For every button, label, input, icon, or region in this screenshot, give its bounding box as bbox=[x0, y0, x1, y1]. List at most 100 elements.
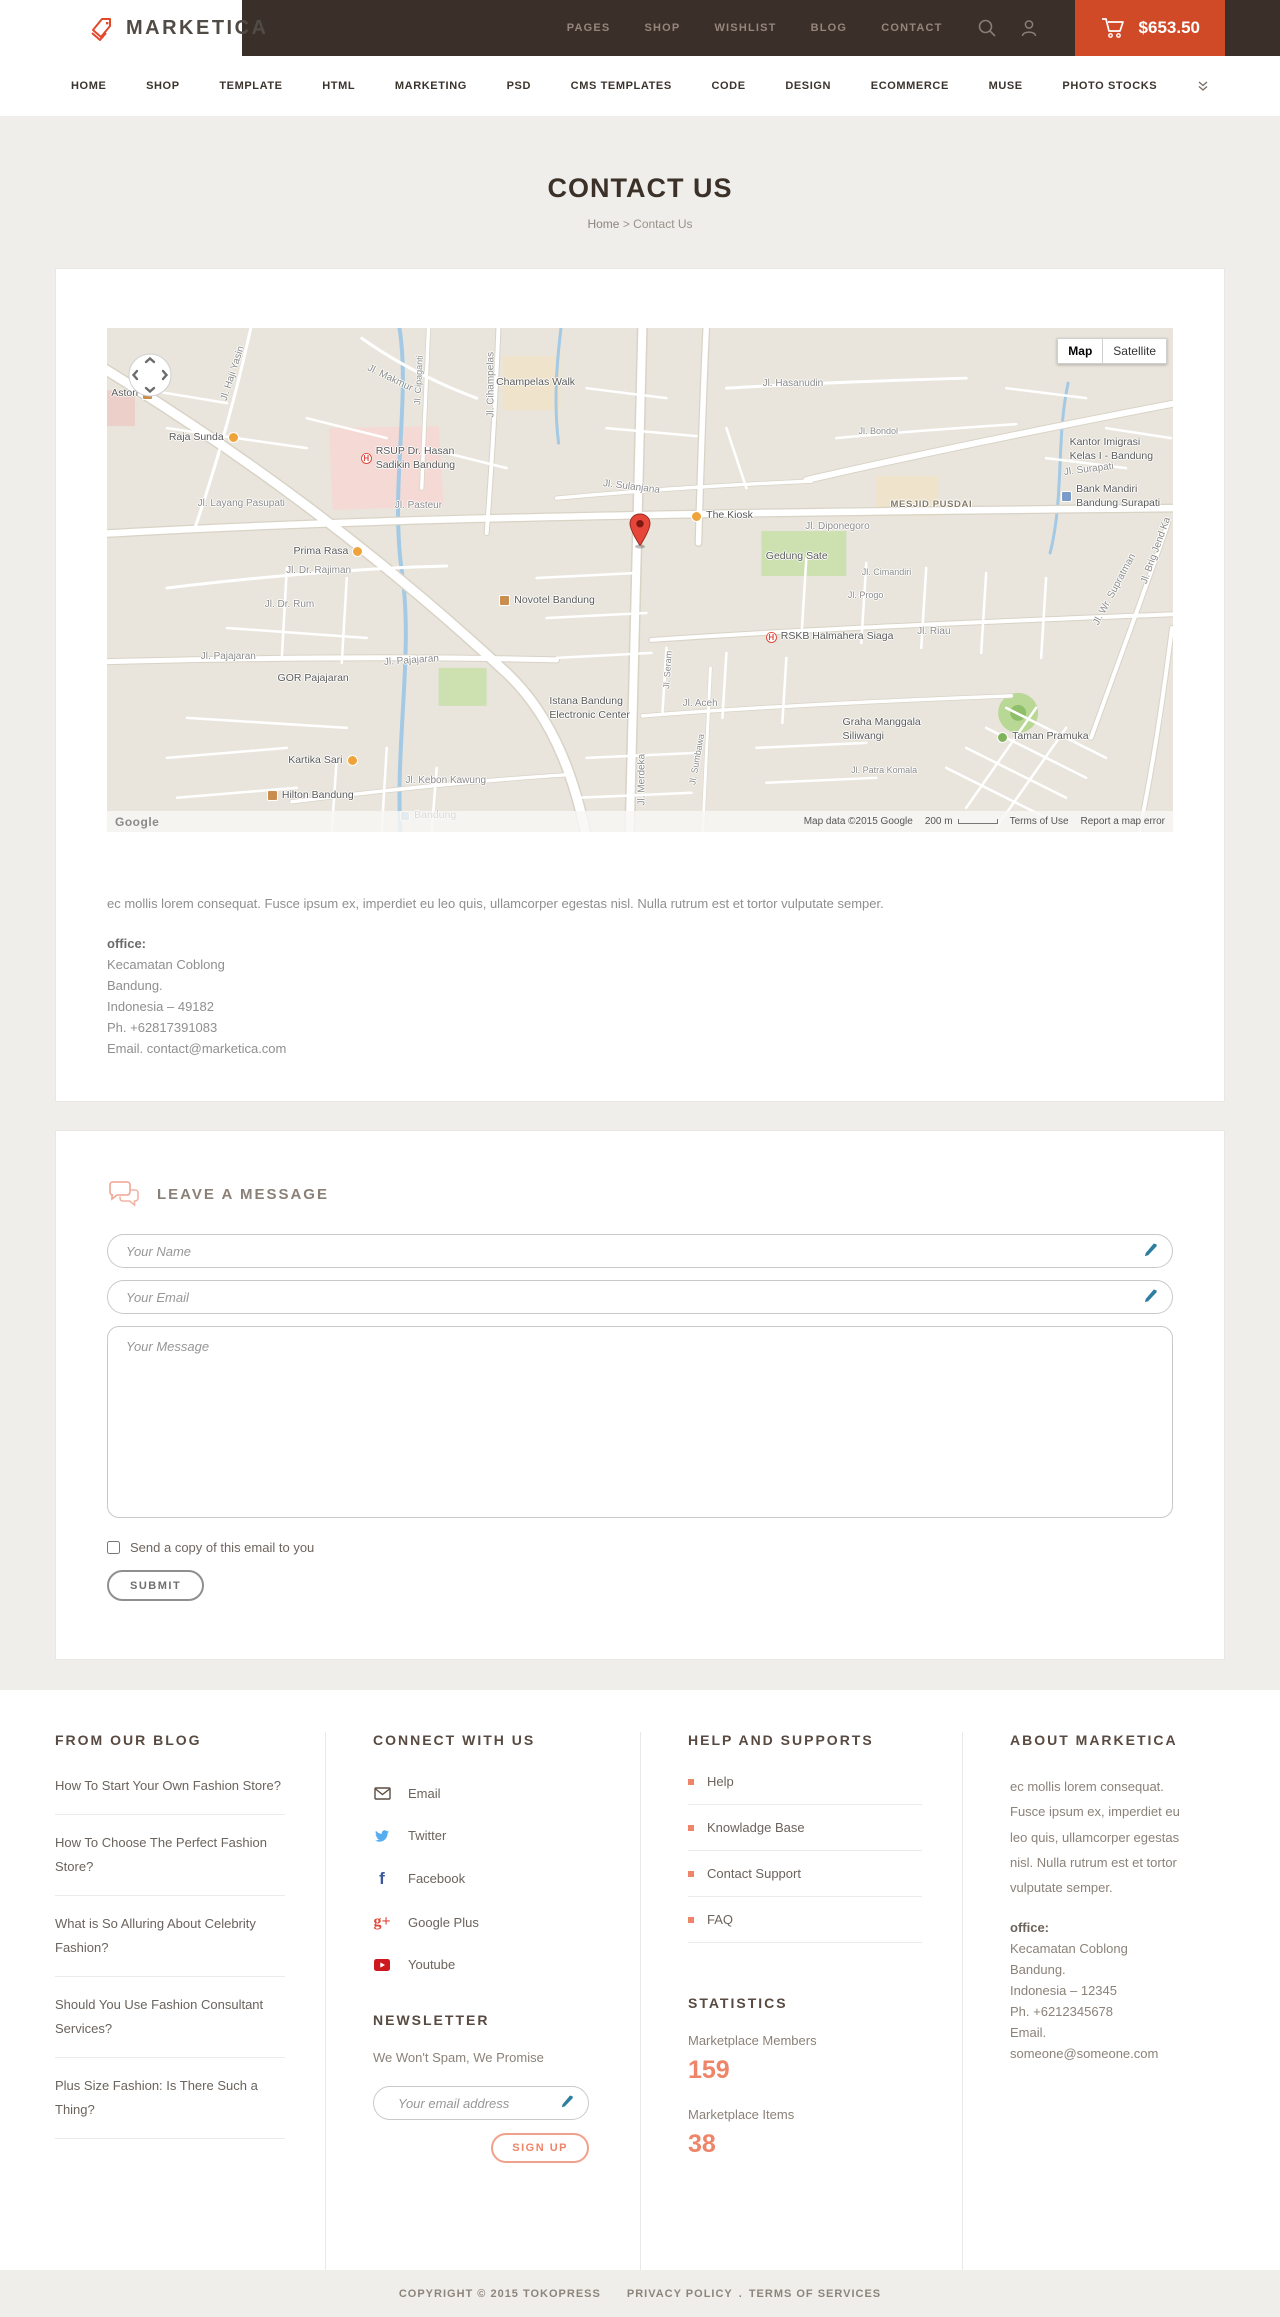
terms-of-use-link[interactable]: Terms of Use bbox=[1010, 816, 1069, 827]
stat-label: Marketplace Items bbox=[688, 2107, 795, 2122]
edit-pencil-icon bbox=[1143, 1289, 1158, 1309]
satellite-view-button[interactable]: Satellite bbox=[1102, 338, 1167, 364]
message-textarea[interactable] bbox=[107, 1326, 1173, 1518]
about-text: ec mollis lorem consequat. Fusce ipsum e… bbox=[1010, 1779, 1180, 1896]
account-icon[interactable] bbox=[1019, 18, 1039, 38]
square-bullet-icon bbox=[688, 1824, 694, 1831]
map-label: Graha Manggala Siliwangi bbox=[842, 716, 921, 742]
contact-support-link[interactable]: Contact Support bbox=[688, 1851, 922, 1897]
map-type-control: Map Satellite bbox=[1057, 338, 1167, 364]
subnav-shop[interactable]: SHOP bbox=[146, 80, 180, 92]
map-marker-pin[interactable] bbox=[629, 513, 652, 554]
map-hotel-icon bbox=[266, 790, 278, 802]
blog-post-link[interactable]: What is So Alluring About Celebrity Fash… bbox=[55, 1896, 285, 1978]
cart-icon bbox=[1100, 16, 1126, 40]
help-list: Help Knowladge Base Contact Support FAQ bbox=[688, 1774, 922, 1943]
nav-contact[interactable]: CONTACT bbox=[881, 22, 942, 34]
map-restaurant-icon bbox=[691, 510, 703, 522]
office-line: Indonesia – 12345 bbox=[1010, 1982, 1117, 1998]
subnav-psd[interactable]: PSD bbox=[507, 80, 531, 92]
nav-wishlist[interactable]: WISHLIST bbox=[714, 22, 776, 34]
facebook-link[interactable]: f Facebook bbox=[373, 1870, 600, 1887]
chevron-double-down-icon[interactable] bbox=[1197, 80, 1209, 92]
nav-shop[interactable]: SHOP bbox=[644, 22, 680, 34]
footer-about-column: ABOUT MARKETICA ec mollis lorem consequa… bbox=[962, 1732, 1225, 2270]
contact-info-card: Champelas Walk Jl. Hasanudin Jl. Haji Yasi… bbox=[55, 268, 1225, 1102]
statistics-heading: STATISTICS bbox=[688, 1995, 788, 2011]
help-link[interactable]: Help bbox=[688, 1774, 922, 1805]
map-hotel-icon bbox=[499, 595, 511, 607]
cart-button[interactable]: $653.50 bbox=[1074, 0, 1225, 56]
faq-link[interactable]: FAQ bbox=[688, 1897, 922, 1943]
signup-button[interactable]: SIGN UP bbox=[491, 2133, 589, 2163]
tag-logo-icon bbox=[86, 13, 116, 43]
social-links: Email Twitter f Facebook g+ Google Plus bbox=[373, 1786, 600, 1972]
send-copy-checkbox[interactable] bbox=[107, 1541, 120, 1554]
map-scale-bar bbox=[957, 819, 998, 824]
map-park-icon bbox=[997, 731, 1009, 743]
name-input[interactable] bbox=[107, 1234, 1173, 1268]
google-map[interactable]: Champelas Walk Jl. Hasanudin Jl. Haji Yasi… bbox=[107, 328, 1173, 832]
blog-list: How To Start Your Own Fashion Store? How… bbox=[55, 1774, 285, 2140]
breadcrumb: Home > Contact Us bbox=[0, 217, 1280, 231]
map-label: Jl. Bondol bbox=[858, 426, 899, 437]
map-label: Jl. Pajajaran bbox=[200, 650, 256, 662]
stat-value: 159 bbox=[688, 2056, 730, 2084]
map-hospital-icon: H bbox=[765, 631, 777, 643]
submit-button[interactable]: SUBMIT bbox=[107, 1570, 205, 1601]
office-label: office: bbox=[1010, 1919, 1049, 1935]
map-bank-icon bbox=[1061, 491, 1073, 503]
office-label: office: bbox=[107, 936, 146, 951]
subnav-design[interactable]: DESIGN bbox=[785, 80, 831, 92]
terms-of-services-link[interactable]: TERMS OF SERVICES bbox=[749, 2288, 881, 2300]
blog-post-link[interactable]: Plus Size Fashion: Is There Such a Thing… bbox=[55, 2058, 285, 2140]
envelope-icon bbox=[373, 1787, 391, 1800]
subnav-photo-stocks[interactable]: PHOTO STOCKS bbox=[1062, 80, 1157, 92]
report-map-error-link[interactable]: Report a map error bbox=[1081, 816, 1165, 827]
twitter-link[interactable]: Twitter bbox=[373, 1828, 600, 1843]
footer: FROM OUR BLOG How To Start Your Own Fash… bbox=[0, 1690, 1280, 2270]
office-line: Bandung. bbox=[1010, 1961, 1066, 1977]
blog-post-link[interactable]: Should You Use Fashion Consultant Servic… bbox=[55, 1977, 285, 2059]
youtube-icon bbox=[373, 1958, 391, 1971]
blog-post-link[interactable]: How To Choose The Perfect Fashion Store? bbox=[55, 1815, 285, 1897]
brand-name: MARKETICA bbox=[126, 16, 269, 39]
blog-post-link[interactable]: How To Start Your Own Fashion Store? bbox=[55, 1774, 285, 1816]
newsletter-email-input[interactable] bbox=[373, 2086, 589, 2120]
form-heading: LEAVE A MESSAGE bbox=[157, 1186, 329, 1203]
map-label: Champelas Walk bbox=[496, 375, 576, 388]
youtube-link[interactable]: Youtube bbox=[373, 1957, 600, 1972]
breadcrumb-home[interactable]: Home bbox=[587, 217, 619, 231]
subnav-html[interactable]: HTML bbox=[322, 80, 355, 92]
subnav-code[interactable]: CODE bbox=[711, 80, 745, 92]
subnav-marketing[interactable]: MARKETING bbox=[395, 80, 467, 92]
form-header: LEAVE A MESSAGE bbox=[107, 1181, 1173, 1208]
map-restaurant-icon bbox=[352, 546, 364, 558]
nav-pages[interactable]: PAGES bbox=[567, 22, 611, 34]
subnav-muse[interactable]: MUSE bbox=[989, 80, 1023, 92]
subnav-cms-templates[interactable]: CMS TEMPLATES bbox=[571, 80, 672, 92]
knowledge-base-link[interactable]: Knowladge Base bbox=[688, 1805, 922, 1851]
category-nav: HOME SHOP TEMPLATE HTML MARKETING PSD CM… bbox=[0, 56, 1280, 116]
search-icon[interactable] bbox=[977, 18, 997, 38]
map-view-button[interactable]: Map bbox=[1057, 338, 1103, 364]
copyright-text: COPYRIGHT © 2015 TOKOPRESS bbox=[398, 2287, 601, 2300]
map-label: Jl. Layang Pasupati bbox=[197, 497, 285, 509]
email-input[interactable] bbox=[107, 1280, 1173, 1314]
office-line: Kecamatan Coblong bbox=[1010, 1940, 1128, 1956]
map-label: Jl. Cihampelas bbox=[485, 352, 497, 418]
google-logo: Google bbox=[115, 814, 160, 829]
office-address-block: office: Kecamatan Coblong Bandung. Indon… bbox=[107, 933, 1173, 1059]
nav-blog[interactable]: BLOG bbox=[811, 22, 848, 34]
map-pan-control[interactable] bbox=[127, 352, 173, 403]
contact-intro-text: ec mollis lorem consequat. Fusce ipsum e… bbox=[107, 896, 884, 911]
email-link[interactable]: Email bbox=[373, 1786, 600, 1801]
about-heading: ABOUT MARKETICA bbox=[1010, 1732, 1178, 1748]
subnav-ecommerce[interactable]: ECOMMERCE bbox=[871, 80, 949, 92]
subnav-home[interactable]: HOME bbox=[71, 80, 106, 92]
brand-logo[interactable]: MARKETICA bbox=[0, 0, 266, 56]
google-plus-link[interactable]: g+ Google Plus bbox=[373, 1914, 600, 1930]
subnav-template[interactable]: TEMPLATE bbox=[219, 80, 282, 92]
page-title: CONTACT US bbox=[547, 173, 733, 203]
privacy-policy-link[interactable]: PRIVACY POLICY bbox=[627, 2288, 733, 2300]
